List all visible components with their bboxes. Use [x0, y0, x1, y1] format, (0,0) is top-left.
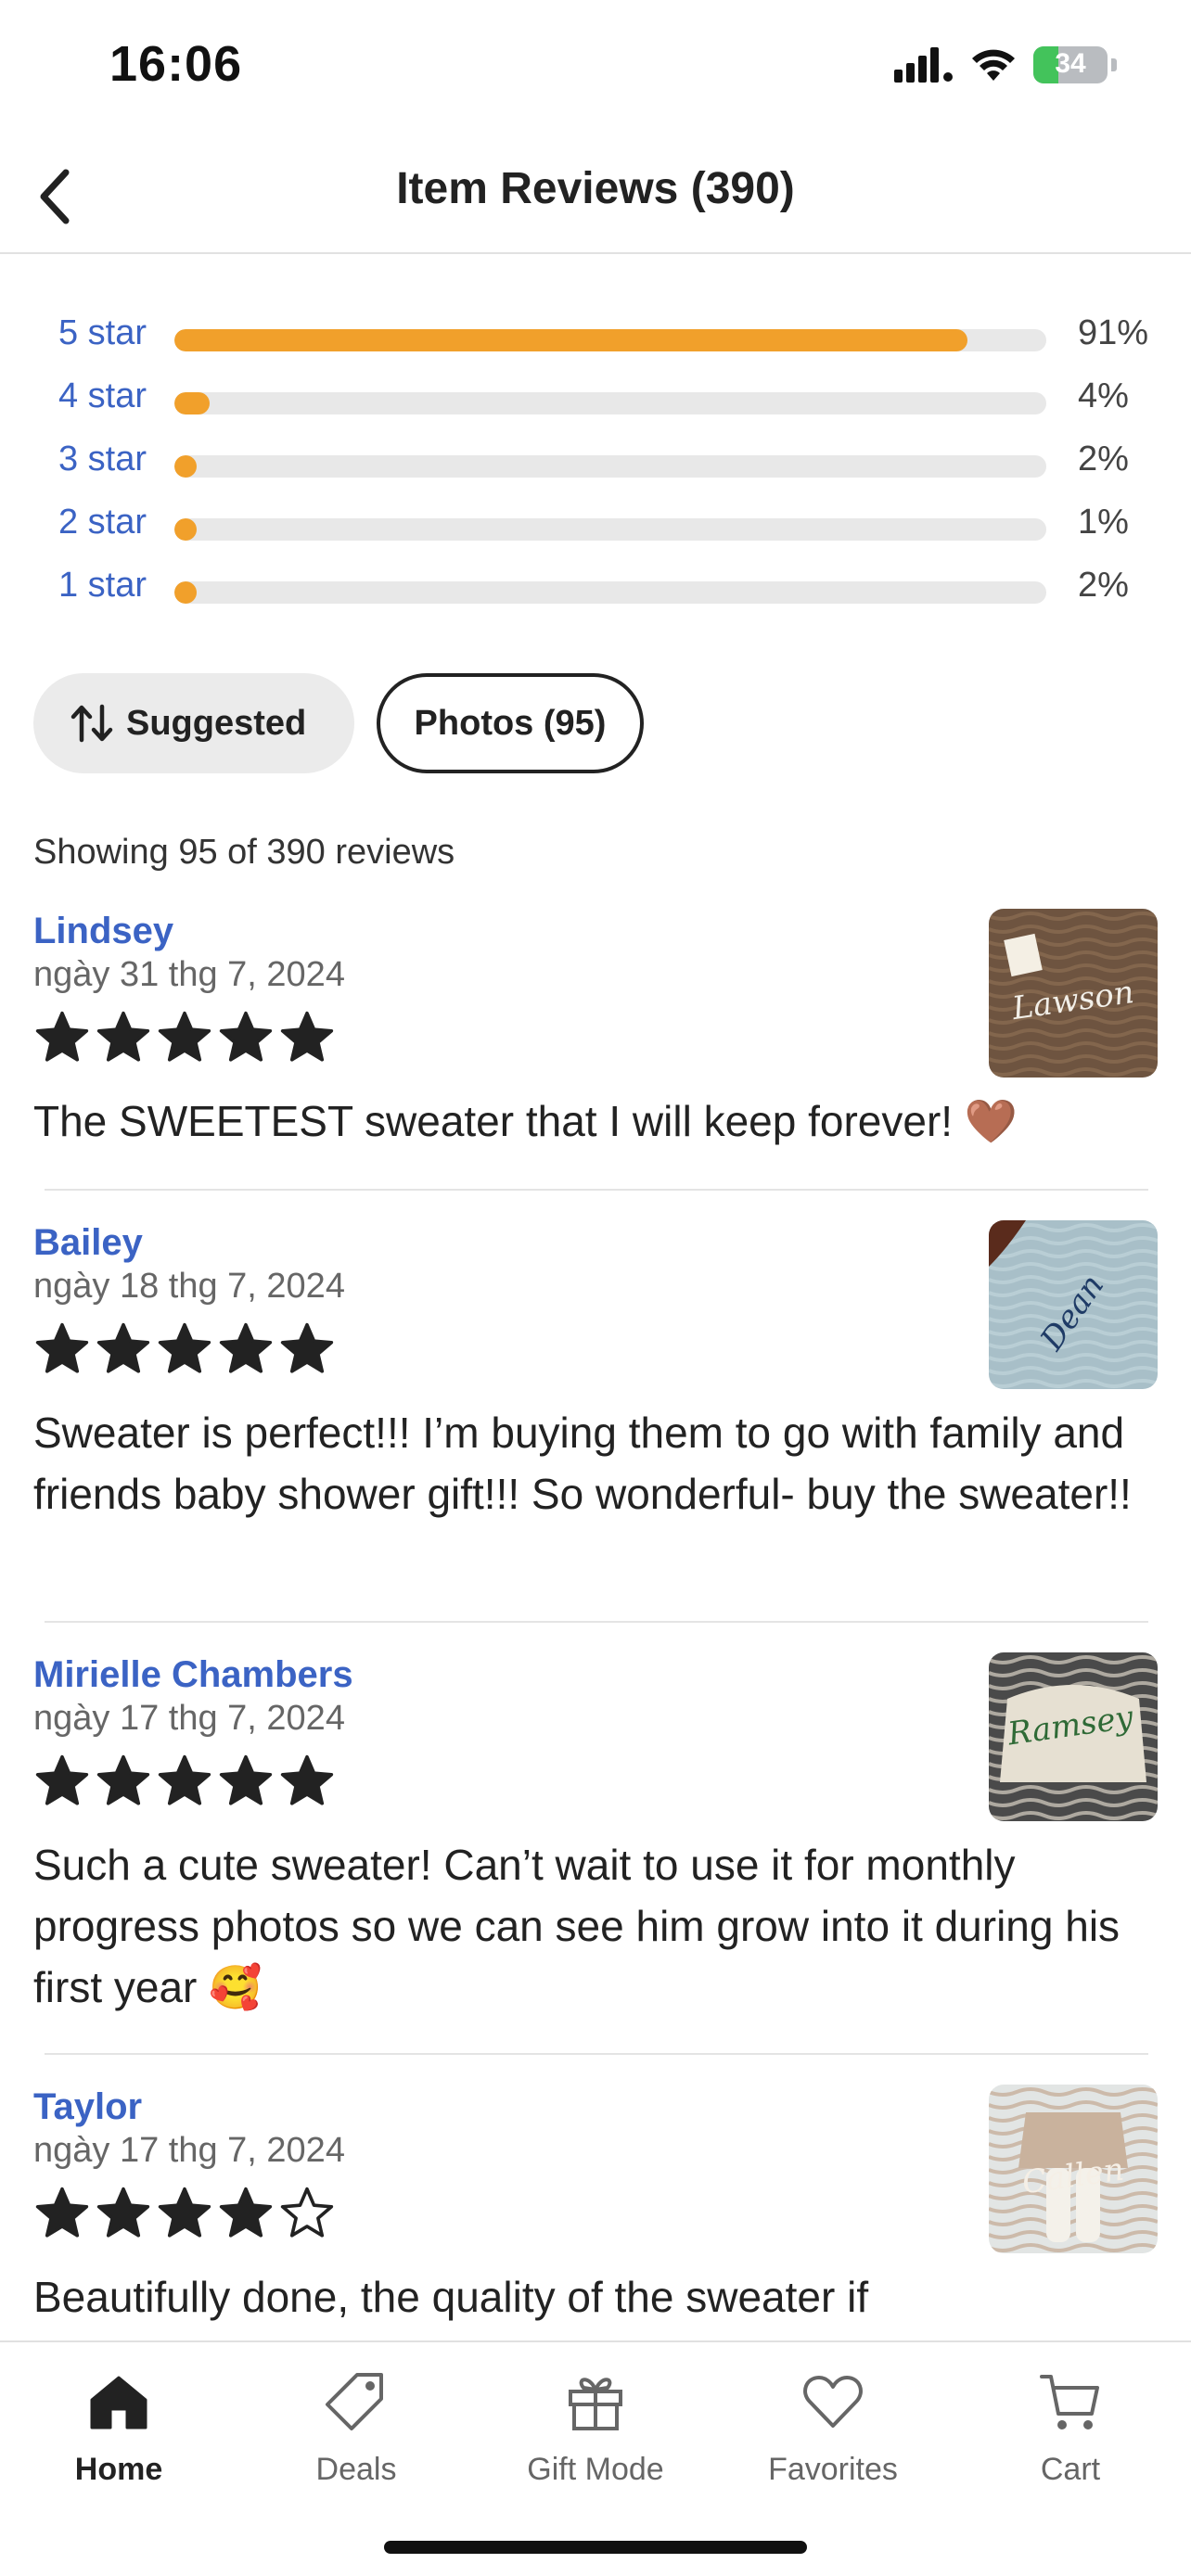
battery-level: 34 [1055, 48, 1086, 79]
rating-row-percent: 4% [1078, 376, 1129, 415]
rating-row-percent: 2% [1078, 566, 1129, 605]
review-photo[interactable]: Callen [989, 2085, 1158, 2253]
review-item: Lindsey ngày 31 thg 7, 2024 The SWEETEST s… [33, 909, 1158, 1152]
nav-gift-mode[interactable]: Gift Mode [493, 2365, 698, 2488]
rating-row[interactable]: 3 star 2% [0, 432, 1191, 495]
tag-icon [326, 2373, 383, 2430]
photos-filter-label: Photos (95) [414, 703, 607, 743]
status-time: 16:06 [109, 36, 243, 92]
nav-home[interactable]: Home [17, 2365, 221, 2488]
review-photo[interactable]: Dean [989, 1220, 1158, 1389]
nav-home-label: Home [74, 2452, 163, 2487]
status-bar: 16:06 34 [0, 0, 1191, 130]
review-text: Such a cute sweater! Can’t wait to use i… [33, 1841, 1121, 2011]
rating-bar-fill [174, 581, 197, 604]
showing-count: Showing 95 of 390 reviews [33, 833, 455, 872]
star-filled-icon [158, 1011, 211, 1062]
review-divider [45, 1189, 1148, 1191]
review-photo-image: Callen [989, 2085, 1158, 2253]
review-item: Mirielle Chambers ngày 17 thg 7, 2024 Such… [33, 1652, 1158, 2018]
rating-bar-fill [174, 329, 968, 351]
rating-row-label: 2 star [58, 503, 147, 542]
nav-favorites[interactable]: Favorites [731, 2365, 935, 2488]
review-item: Bailey ngày 18 thg 7, 2024 Sweater is perf… [33, 1220, 1158, 1524]
star-filled-icon [35, 1754, 89, 1805]
rating-bar-track [174, 392, 1046, 414]
rating-row[interactable]: 5 star 91% [0, 306, 1191, 369]
star-filled-icon [158, 1754, 211, 1805]
star-filled-icon [219, 1322, 273, 1373]
rating-bar-track [174, 518, 1046, 541]
review-photo[interactable]: Ramsey [989, 1652, 1158, 1821]
rating-row-label: 3 star [58, 440, 147, 478]
review-divider [45, 2053, 1148, 2055]
rating-bar-fill [174, 518, 197, 541]
rating-row-label: 5 star [58, 313, 147, 352]
battery-icon: 34 [1033, 46, 1108, 83]
home-icon [90, 2376, 147, 2429]
wifi-icon [972, 49, 1015, 81]
star-filled-icon [96, 1011, 150, 1062]
home-indicator [384, 2541, 807, 2554]
review-text: Sweater is perfect!!! I’m buying them to… [33, 1409, 1132, 1518]
star-filled-icon [158, 2187, 211, 2238]
sort-arrows-icon [70, 704, 113, 743]
gift-icon [569, 2378, 622, 2430]
star-outline-icon [280, 2187, 334, 2238]
page-title: Item Reviews (390) [396, 164, 795, 213]
rating-breakdown: 5 star 91% 4 star 4% 3 star 2% 2 star 1% 1 star 2… [0, 306, 1191, 621]
nav-deals-label: Deals [315, 2452, 397, 2487]
review-text: The SWEETEST sweater that I will keep fo… [33, 1097, 1018, 1145]
heart-icon [803, 2376, 863, 2428]
review-photo-image: Ramsey [989, 1652, 1158, 1821]
top-bar: Item Reviews (390) [0, 139, 1191, 254]
rating-bar-track [174, 329, 1046, 351]
star-filled-icon [35, 2187, 89, 2238]
sort-suggested-button[interactable]: Suggested [33, 673, 354, 773]
star-filled-icon [35, 1011, 89, 1062]
rating-row-label: 1 star [58, 566, 147, 605]
rating-row[interactable]: 4 star 4% [0, 369, 1191, 432]
review-text: Beautifully done, the quality of the swe… [33, 2273, 869, 2321]
rating-row-percent: 91% [1078, 313, 1149, 352]
rating-bar-fill [174, 392, 210, 414]
rating-row[interactable]: 2 star 1% [0, 495, 1191, 558]
star-filled-icon [219, 1754, 273, 1805]
nav-deals[interactable]: Deals [254, 2365, 458, 2488]
star-filled-icon [219, 2187, 273, 2238]
star-filled-icon [96, 1322, 150, 1373]
photos-filter-button[interactable]: Photos (95) [377, 673, 644, 773]
status-icons: 34 [894, 46, 1117, 83]
review-item: Taylor ngày 17 thg 7, 2024 Beautifully don… [33, 2085, 1158, 2327]
nav-cart-label: Cart [1040, 2452, 1101, 2487]
rating-row-label: 4 star [58, 376, 147, 415]
battery-cap [1111, 58, 1117, 71]
star-filled-icon [158, 1322, 211, 1373]
nav-cart[interactable]: Cart [968, 2365, 1172, 2488]
signal-icon [894, 47, 953, 83]
rating-row[interactable]: 1 star 2% [0, 558, 1191, 621]
rating-bar-fill [174, 455, 197, 478]
sort-label: Suggested [126, 703, 307, 743]
star-filled-icon [96, 1754, 150, 1805]
review-divider [45, 1621, 1148, 1623]
star-filled-icon [280, 1011, 334, 1062]
star-filled-icon [280, 1322, 334, 1373]
review-photo[interactable]: Lawson [989, 909, 1158, 1078]
rating-bar-track [174, 581, 1046, 604]
review-photo-image: Lawson [989, 909, 1158, 1078]
star-filled-icon [96, 2187, 150, 2238]
cart-icon [1040, 2375, 1099, 2429]
rating-row-percent: 2% [1078, 440, 1129, 478]
rating-bar-track [174, 455, 1046, 478]
nav-favorites-label: Favorites [768, 2452, 898, 2487]
star-filled-icon [35, 1322, 89, 1373]
review-photo-image: Dean [989, 1220, 1158, 1389]
rating-row-percent: 1% [1078, 503, 1129, 542]
star-filled-icon [280, 1754, 334, 1805]
star-filled-icon [219, 1011, 273, 1062]
nav-gift-mode-label: Gift Mode [527, 2452, 664, 2487]
